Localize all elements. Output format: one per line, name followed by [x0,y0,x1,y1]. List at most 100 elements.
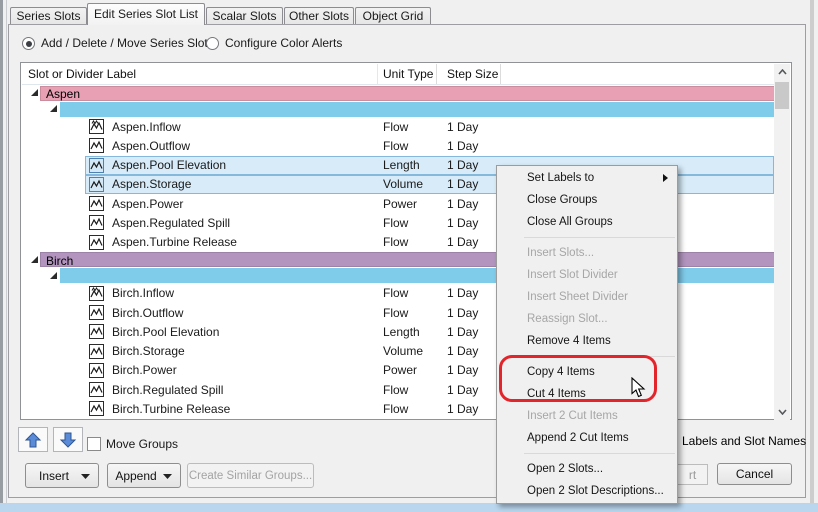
radio-configure-color-alerts[interactable] [206,37,219,50]
slot-step-size: 1 Day [447,306,478,320]
append-button[interactable]: Append [107,463,181,488]
slot-label: Birch.Turbine Release [112,402,230,416]
column-header-slot-label[interactable]: Slot or Divider Label [28,67,136,81]
series-slot-icon [89,401,104,416]
menu-item-label: Remove 4 Items [527,335,611,347]
cancel-button[interactable]: Cancel [717,463,792,485]
menu-item[interactable]: Reassign Slot... [497,308,677,330]
slot-step-size: 1 Day [447,286,478,300]
tab-object-grid[interactable]: Object Grid [355,7,431,24]
slot-row[interactable]: Aspen.Inflow Flow 1 Day [22,117,776,136]
scroll-up-button[interactable] [774,64,790,80]
menu-item[interactable]: Insert 2 Cut Items [497,405,677,427]
slot-unit-type: Length [383,158,420,172]
radio-add-delete-move-label: Add / Delete / Move Series Slot [41,36,208,50]
slot-unit-type: Power [383,197,417,211]
blue-arrow-down-icon [59,431,77,449]
chevron-up-icon [778,69,787,75]
slot-unit-type: Volume [383,344,423,358]
slot-step-size: 1 Day [447,402,478,416]
menu-item[interactable]: Insert Sheet Divider [497,286,677,308]
slot-unit-type: Flow [383,120,408,134]
expanded-triangle-icon[interactable] [31,256,38,263]
menu-item-label: Reassign Slot... [527,313,608,325]
column-header-unit-type[interactable]: Unit Type [383,67,433,81]
group-name: Aspen [46,87,80,101]
slot-row[interactable]: Aspen.Outflow Flow 1 Day [22,136,776,155]
group-name: Birch [46,254,73,268]
column-separator [436,64,437,84]
slot-step-size: 1 Day [447,197,478,211]
expanded-triangle-icon[interactable] [31,89,38,96]
slot-step-size: 1 Day [447,158,478,172]
move-down-button[interactable] [53,427,83,452]
menu-item[interactable]: Insert Slots... [497,242,677,264]
menu-item[interactable]: Open 2 Slot Descriptions... [497,480,677,502]
subgroup-header-row[interactable] [22,101,776,117]
menu-separator [497,449,677,458]
series-slot-icon [89,138,104,153]
context-menu: Set Labels to Close Groups Close All Gro… [496,165,678,504]
dropdown-arrow-icon [81,474,90,479]
expanded-triangle-icon[interactable] [50,105,57,112]
tab-series-slots[interactable]: Series Slots [10,7,87,24]
series-slot-icon [89,382,104,397]
menu-item[interactable]: Append 2 Cut Items [497,427,677,449]
slot-unit-type: Power [383,363,417,377]
insert-button[interactable]: Insert [25,463,99,488]
menu-item[interactable]: Close All Groups [497,211,677,233]
submenu-arrow-icon [663,174,668,182]
series-slot-icon [89,177,104,192]
blue-arrow-up-icon [24,431,42,449]
slot-label: Birch.Regulated Spill [112,383,223,397]
insert-button-label: Insert [39,469,69,483]
menu-item[interactable]: Close Groups [497,189,677,211]
move-groups-label: Move Groups [106,437,178,451]
slot-step-size: 1 Day [447,344,478,358]
slot-label: Aspen.Inflow [112,120,181,134]
tab-edit-series-slot-list[interactable]: Edit Series Slot List [87,3,205,25]
window-frame-right [810,0,814,512]
series-slot-icon [89,235,104,250]
slot-label: Aspen.Regulated Spill [112,216,230,230]
create-similar-groups-button[interactable]: Create Similar Groups... [187,463,314,488]
vertical-scrollbar[interactable] [774,64,790,420]
menu-item[interactable]: Remove 4 Items [497,330,677,352]
tab-other-slots[interactable]: Other Slots [284,7,354,24]
menu-item-label: Open 2 Slots... [527,463,603,475]
mouse-cursor-icon [631,377,646,398]
move-groups-checkbox[interactable] [87,437,101,451]
tab-scalar-slots[interactable]: Scalar Slots [206,7,283,24]
column-separator [500,64,501,84]
slot-unit-type: Flow [383,216,408,230]
slot-unit-type: Length [383,325,420,339]
window-frame-left [0,0,3,512]
column-separator [377,64,378,84]
menu-item[interactable]: Set Labels to [497,167,677,189]
scrollbar-thumb[interactable] [775,82,789,109]
menu-item[interactable]: Insert Slot Divider [497,264,677,286]
series-slot-icon [89,344,104,359]
radio-add-delete-move[interactable] [22,37,35,50]
slot-unit-type: Flow [383,235,408,249]
slot-label: Aspen.Storage [112,177,191,191]
menu-item-label: Insert Slot Divider [527,269,618,281]
slot-unit-type: Flow [383,139,408,153]
column-header-step-size[interactable]: Step Size [447,67,498,81]
scroll-down-button[interactable] [774,404,790,420]
series-slot-icon [89,119,104,134]
slot-unit-type: Flow [383,383,408,397]
menu-item[interactable]: Open 2 Slots... [497,458,677,480]
chevron-down-icon [778,409,787,415]
expanded-triangle-icon[interactable] [50,272,57,279]
group-header-row[interactable]: Aspen [22,85,776,101]
slot-unit-type: Flow [383,286,408,300]
move-up-button[interactable] [18,427,48,452]
slot-step-size: 1 Day [447,216,478,230]
revert-button-partial[interactable]: rt [678,464,708,485]
slot-unit-type: Flow [383,306,408,320]
menu-item-label: Close Groups [527,194,597,206]
series-slot-icon [89,305,104,320]
slot-label: Birch.Storage [112,344,185,358]
slot-label: Birch.Outflow [112,306,183,320]
